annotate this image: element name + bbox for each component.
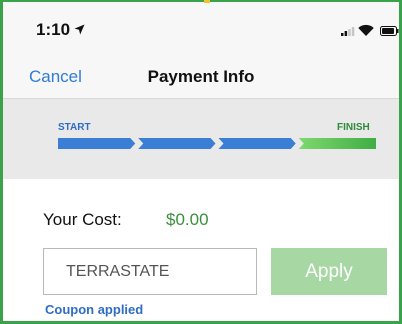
location-arrow-icon: [74, 24, 85, 35]
status-bar: 1:10: [3, 2, 399, 58]
cancel-button[interactable]: Cancel: [29, 67, 82, 87]
progress-finish-label: FINISH: [337, 122, 370, 133]
signal-icon: [341, 27, 355, 36]
progress-bar: [58, 138, 376, 149]
battery-icon: [380, 26, 399, 36]
wifi-icon: [358, 24, 374, 36]
progress-step-4: [298, 138, 376, 149]
cost-label: Your Cost:: [43, 210, 122, 229]
apply-button[interactable]: Apply: [271, 248, 387, 295]
payment-content: Your Cost: $0.00 Apply Coupon applied: [3, 179, 399, 321]
coupon-status: Coupon applied: [45, 302, 144, 317]
progress-step-2: [138, 138, 216, 149]
progress-start-label: START: [58, 122, 91, 133]
cost-value: $0.00: [166, 210, 209, 229]
phone-screen: 1:10 Payment Info Cancel START FINISH Yo…: [0, 0, 402, 324]
progress-step-3: [218, 138, 296, 149]
frame-top-marker: [204, 0, 210, 3]
status-time: 1:10: [36, 20, 71, 39]
progress-step-1: [58, 138, 136, 149]
coupon-input[interactable]: [43, 248, 257, 295]
nav-bar: Payment Info Cancel: [3, 58, 399, 99]
progress-section: START FINISH: [3, 99, 399, 179]
